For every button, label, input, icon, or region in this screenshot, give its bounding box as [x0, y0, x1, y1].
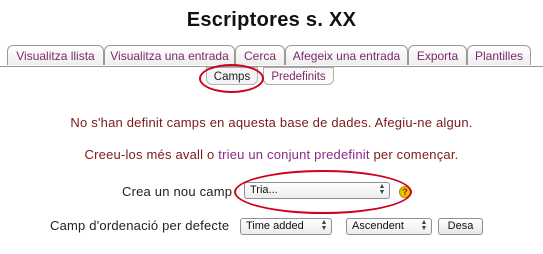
- tab-add-entry[interactable]: Afegeix una entrada: [285, 45, 408, 65]
- main-tabs: Visualitza llista Visualitza una entrada…: [0, 45, 543, 67]
- tab-export[interactable]: Exporta: [408, 45, 467, 65]
- tab-search[interactable]: Cerca: [235, 45, 285, 65]
- select-arrows-icon: ▲ ▼: [420, 219, 428, 232]
- new-field-select[interactable]: Tria... ▲ ▼: [244, 182, 390, 199]
- sort-field-label: Camp d'ordenació per defecte: [50, 218, 230, 233]
- sort-order-select[interactable]: Ascendent ▲ ▼: [346, 218, 432, 235]
- create-suffix-text: per començar.: [373, 147, 459, 162]
- tab-templates[interactable]: Plantilles: [467, 45, 531, 65]
- select-arrows-icon: ▲ ▼: [378, 183, 386, 196]
- new-field-select-value: Tria...: [250, 184, 278, 196]
- new-field-label: Crea un nou camp: [122, 184, 233, 199]
- subtab-fields[interactable]: Camps: [206, 67, 258, 85]
- create-fields-message: Creeu-los més avall o trieu un conjunt p…: [0, 147, 543, 162]
- sort-order-select-value: Ascendent: [352, 220, 404, 232]
- sort-field-select[interactable]: Time added ▲ ▼: [240, 218, 332, 235]
- create-prefix-text: Creeu-los més avall o: [84, 147, 215, 162]
- save-button[interactable]: Desa: [438, 218, 483, 235]
- subtab-presets[interactable]: Predefinits: [263, 67, 334, 85]
- page-title: Escriptores s. XX: [186, 9, 357, 31]
- help-icon[interactable]: ?: [399, 186, 411, 198]
- no-fields-message: No s'han definit camps en aquesta base d…: [70, 115, 473, 130]
- tab-view-list[interactable]: Visualitza llista: [7, 45, 104, 65]
- choose-preset-link[interactable]: trieu un conjunt predefinit: [218, 147, 369, 162]
- sort-field-select-value: Time added: [246, 220, 304, 232]
- tab-view-single[interactable]: Visualitza una entrada: [104, 45, 235, 65]
- select-arrows-icon: ▲ ▼: [320, 219, 328, 232]
